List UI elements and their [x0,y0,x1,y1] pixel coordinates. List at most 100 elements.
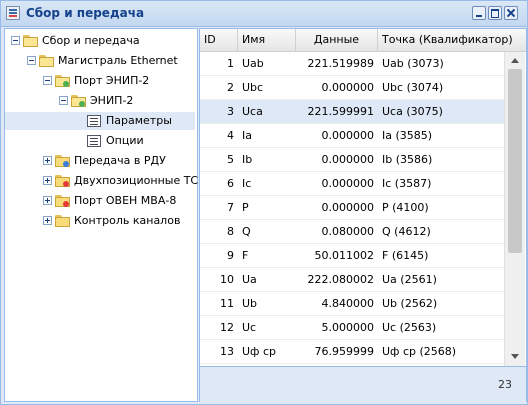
tree-node-parameters[interactable]: Параметры [5,112,195,130]
record-count: 23 [498,378,512,391]
table-row[interactable]: 2 Ubc 0.000000 Ubc (3074) [200,76,504,100]
scroll-down-icon[interactable] [511,354,519,359]
table-row[interactable]: 4 Ia 0.000000 Ia (3585) [200,124,504,148]
table-row[interactable]: 13 Uф ср 76.959999 Uф ср (2568) [200,340,504,364]
cell-id: 1 [227,57,234,70]
window-title: Сбор и передача [26,6,145,20]
expand-icon[interactable] [43,156,52,165]
cell-data: 76.959999 [314,345,375,358]
expand-icon[interactable] [43,216,52,225]
cell-data: 0.000000 [321,177,375,190]
table-row[interactable]: 10 Ua 222.080002 Ua (2561) [200,268,504,292]
cell-id: 10 [220,273,234,286]
expand-icon[interactable] [43,176,52,185]
tree-node-channels[interactable]: Контроль каналов [5,212,195,230]
cell-data: 50.011002 [314,249,375,262]
collapse-icon[interactable] [59,96,68,105]
tree-node-label: Контроль каналов [74,214,181,227]
cell-point: Uca (3075) [382,105,443,118]
cell-point: Uф ср (2568) [382,345,457,358]
tree-node-port-enip2[interactable]: Порт ЭНИП-2 [5,72,195,90]
collapse-icon[interactable] [11,36,20,45]
cell-name: Uca [242,105,263,118]
maximize-button[interactable] [488,6,502,20]
tree-node-root[interactable]: Сбор и передача [5,32,195,50]
tree-node-owen[interactable]: Порт ОВЕН МВА-8 [5,192,195,210]
grid-body: 1 Uab 221.519989 Uab (3073) 2 Ubc 0.000000 Ubc … [200,52,504,366]
cell-id: 3 [227,105,234,118]
minimize-button[interactable] [472,6,486,20]
table-row[interactable]: 5 Ib 0.000000 Ib (3586) [200,148,504,172]
tree-node-label: Передача в РДУ [74,154,166,167]
cell-name: Uc [242,321,257,334]
cell-name: Ubc [242,81,264,94]
cell-name: Q [242,225,251,238]
expand-icon[interactable] [43,196,52,205]
data-grid: ID Имя Данные Точка (Квалификатор) 1 Uab 2… [199,28,527,402]
tree-node-label: Порт ЭНИП-2 [74,74,150,87]
tree-node-label: Магистраль Ethernet [58,54,178,67]
tree-node-options[interactable]: Опции [5,132,195,150]
cell-id: 8 [227,225,234,238]
status-dot-icon [79,101,85,107]
cell-id: 4 [227,129,234,142]
cell-point: Uab (3073) [382,57,444,70]
collapse-icon[interactable] [27,56,36,65]
tree-node-label: Опции [106,134,144,147]
cell-point: Ia (3585) [382,129,433,142]
table-row[interactable]: 1 Uab 221.519989 Uab (3073) [200,52,504,76]
cell-data: 5.000000 [321,321,375,334]
cell-point: Ib (3586) [382,153,433,166]
cell-data: 0.000000 [321,81,375,94]
tree-node-two-position[interactable]: Двухпозиционные ТС [5,172,199,190]
cell-id: 11 [220,297,234,310]
tree-node-label: Двухпозиционные ТС [74,174,199,187]
cell-data: 0.000000 [321,201,375,214]
cell-point: Q (4612) [382,225,431,238]
collapse-icon[interactable] [43,76,52,85]
status-dot-icon [63,161,69,167]
table-row[interactable]: 12 Uc 5.000000 Uc (2563) [200,316,504,340]
cell-data: 0.080000 [321,225,375,238]
cell-id: 9 [227,249,234,262]
title-bar[interactable]: Сбор и передача [1,1,527,27]
cell-name: Uab [242,57,264,70]
table-row[interactable]: 11 Ub 4.840000 Ub (2562) [200,292,504,316]
cell-name: Ub [242,297,258,310]
tree-node-enip2[interactable]: ЭНИП-2 [5,92,195,110]
column-header-id[interactable]: ID [200,29,238,51]
settings-page-icon [87,135,101,147]
cell-id: 6 [227,177,234,190]
cell-point: Ua (2561) [382,273,437,286]
grid-header: ID Имя Данные Точка (Квалификатор) [200,29,526,52]
cell-id: 13 [220,345,234,358]
close-button[interactable] [504,6,518,20]
cell-data: 0.000000 [321,153,375,166]
cell-name: Ia [242,129,252,142]
tree-node-rdu[interactable]: Передача в РДУ [5,152,195,170]
tree-node-label: Порт ОВЕН МВА-8 [74,194,177,207]
scrollbar-thumb[interactable] [508,69,522,253]
folder-icon [55,215,71,227]
vertical-scrollbar[interactable] [504,52,525,366]
tree-node-label: ЭНИП-2 [90,94,134,107]
table-row[interactable]: 9 F 50.011002 F (6145) [200,244,504,268]
table-row[interactable]: 8 Q 0.080000 Q (4612) [200,220,504,244]
column-header-name[interactable]: Имя [238,29,296,51]
tree-node-ethernet[interactable]: Магистраль Ethernet [5,52,195,70]
window: Сбор и передача Сбор и передача Магистрал… [0,0,528,405]
column-header-point[interactable]: Точка (Квалификатор) [378,29,526,51]
table-row[interactable]: 3 Uca 221.599991 Uca (3075) [200,100,504,124]
cell-data: 221.519989 [307,57,374,70]
cell-data: 222.080002 [307,273,374,286]
folder-open-icon [39,55,55,67]
cell-data: 4.840000 [321,297,375,310]
cell-point: Uc (2563) [382,321,437,334]
table-row[interactable]: 7 P 0.000000 P (4100) [200,196,504,220]
column-header-data[interactable]: Данные [296,29,378,51]
cell-name: Ua [242,273,257,286]
app-icon [6,6,20,20]
scroll-up-icon[interactable] [511,58,519,63]
cell-data: 0.000000 [321,129,375,142]
table-row[interactable]: 6 Ic 0.000000 Ic (3587) [200,172,504,196]
